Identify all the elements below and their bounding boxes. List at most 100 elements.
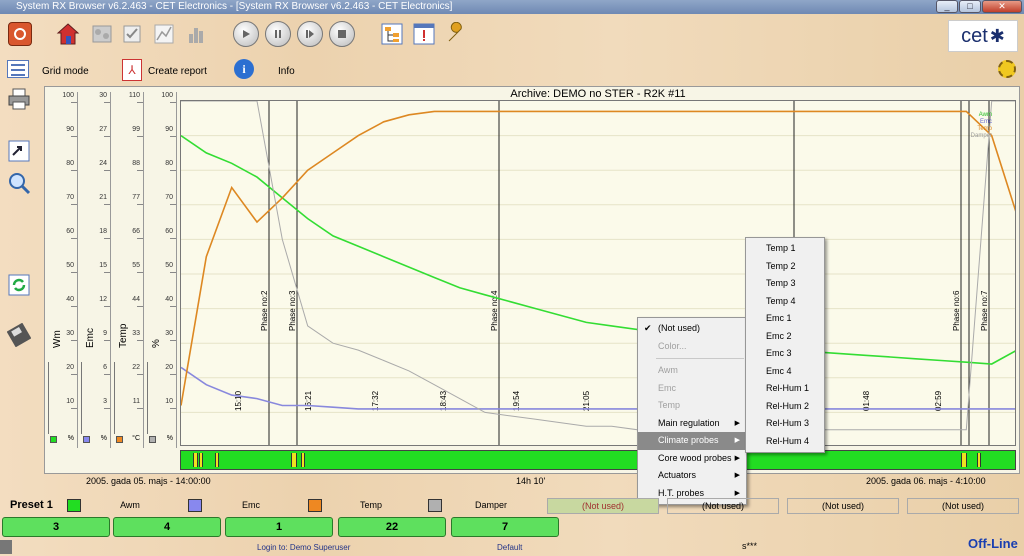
- context-menu-item: Color...: [638, 338, 746, 356]
- time-tick-label: 19:54: [512, 390, 521, 411]
- axis-2: 30 27 24 21 18 15 12 9 6 3 Emc%: [79, 92, 111, 448]
- submenu-item[interactable]: Emc 3: [746, 345, 824, 363]
- axis-tick: 33: [132, 330, 140, 337]
- submenu-item[interactable]: Temp 4: [746, 293, 824, 311]
- minimize-button[interactable]: _: [936, 0, 958, 13]
- power-icon: [8, 22, 32, 46]
- phase-label: Phase no:7: [980, 290, 989, 331]
- context-menu-item[interactable]: Main regulation ▶: [638, 415, 746, 433]
- refresh-button[interactable]: [6, 272, 32, 298]
- submenu-item[interactable]: Emc 4: [746, 363, 824, 381]
- info-button[interactable]: Info: [278, 66, 295, 77]
- home-button[interactable]: [54, 20, 82, 48]
- sun-gear-icon[interactable]: [998, 60, 1016, 78]
- maximize-button[interactable]: □: [959, 0, 981, 13]
- axis-tick: 100: [62, 92, 74, 99]
- play-button[interactable]: [232, 20, 260, 48]
- phase-marker: [291, 453, 297, 467]
- legend-slot-not-used[interactable]: (Not used): [907, 498, 1019, 514]
- submenu-item[interactable]: Temp 2: [746, 258, 824, 276]
- axis-tick: 20: [165, 364, 173, 371]
- save-button[interactable]: [6, 322, 32, 348]
- axis-name: %: [151, 339, 162, 348]
- legend-label: Temp: [359, 500, 382, 510]
- phase-label: Phase no:2: [260, 290, 269, 331]
- axis-name: Wm: [52, 330, 63, 348]
- axis-3: 110 99 88 77 66 55 44 33 22 11 Temp °C: [112, 92, 144, 448]
- axis-tick: 110: [128, 92, 140, 99]
- start-date-label: 2005. gada 05. majs - 14:00:00: [86, 476, 211, 486]
- structure-button[interactable]: [378, 20, 406, 48]
- power-button[interactable]: [6, 20, 34, 48]
- preset-value-button[interactable]: 1: [225, 517, 333, 537]
- stop-button[interactable]: [328, 20, 356, 48]
- context-menu-item[interactable]: Climate probes ▶: [638, 432, 746, 450]
- kilns-button[interactable]: [88, 20, 116, 48]
- series-line-damper: [181, 101, 1015, 431]
- step-button[interactable]: [296, 20, 324, 48]
- submenu-item[interactable]: Temp 1: [746, 240, 824, 258]
- axis-tick: 50: [66, 262, 74, 269]
- climate-probes-submenu[interactable]: Temp 1 Temp 2 Temp 3 Temp 4 Emc 1 Emc 2 Emc 3E…: [745, 237, 825, 453]
- legend-slot-not-used[interactable]: (Not used): [787, 498, 899, 514]
- axis-tick: 10: [165, 398, 173, 405]
- context-menu-item[interactable]: Actuators ▶: [638, 467, 746, 485]
- login-status: Login to: Demo Superuser: [257, 543, 351, 552]
- axis-unit: °C: [132, 435, 140, 442]
- submenu-item[interactable]: Rel-Hum 3: [746, 415, 824, 433]
- step-icon: [297, 21, 323, 47]
- checklist-button[interactable]: [118, 20, 146, 48]
- preset-value-button[interactable]: 7: [451, 517, 559, 537]
- context-menu-item[interactable]: ✔ (Not used): [638, 320, 746, 338]
- submenu-item[interactable]: Rel-Hum 1: [746, 380, 824, 398]
- legend-label: Awm: [120, 500, 140, 510]
- submenu-item[interactable]: Rel-Hum 4: [746, 433, 824, 451]
- plot-area[interactable]: 15:10 16:21 17:32 18:43 19:54 21:05 01:48 02:59…: [180, 100, 1016, 446]
- submenu-item[interactable]: Emc 2: [746, 328, 824, 346]
- preset-value-button[interactable]: 22: [338, 517, 446, 537]
- legend-slot-not-used[interactable]: (Not used): [547, 498, 659, 514]
- create-report-button[interactable]: Create report: [148, 66, 207, 77]
- context-menu-item[interactable]: Core wood probes ▶: [638, 450, 746, 468]
- pdf-icon[interactable]: ⅄: [122, 59, 142, 81]
- grid-mode-button[interactable]: Grid mode: [42, 66, 89, 77]
- axis-tick: 80: [66, 160, 74, 167]
- submenu-item[interactable]: Rel-Hum 2: [746, 398, 824, 416]
- axis-unit: %: [67, 435, 74, 442]
- axis-tick: 30: [99, 92, 107, 99]
- chart-title: Archive: DEMO no STER - R2K #11: [510, 88, 686, 100]
- time-tick-label: 15:10: [234, 390, 243, 411]
- preset-value-button[interactable]: 3: [2, 517, 110, 537]
- submenu-item[interactable]: Temp 3: [746, 275, 824, 293]
- axis-tick: 40: [165, 296, 173, 303]
- pause-button[interactable]: [264, 20, 292, 48]
- context-menu[interactable]: ✔ (Not used) Color... Awm Emc Temp Main regula…: [637, 317, 747, 505]
- legend-label: Emc: [242, 500, 260, 510]
- axis-tick: 44: [132, 296, 140, 303]
- tree-structure-icon: [381, 23, 403, 45]
- legend-slot-not-used[interactable]: (Not used): [667, 498, 779, 514]
- zoom-button[interactable]: [6, 170, 32, 196]
- export-button[interactable]: [6, 138, 32, 164]
- preset-value-button[interactable]: 4: [113, 517, 221, 537]
- context-menu-item: Awm: [638, 362, 746, 380]
- settings-button[interactable]: [442, 20, 470, 48]
- axis-tick: 10: [66, 398, 74, 405]
- axis-tick: 18: [99, 228, 107, 235]
- line-graph-icon: [154, 24, 174, 44]
- graph-button[interactable]: [150, 20, 178, 48]
- print-button[interactable]: [6, 86, 32, 112]
- axis-tick: 55: [132, 262, 140, 269]
- alarm-button[interactable]: [410, 20, 438, 48]
- axis-tick: 3: [103, 398, 107, 405]
- menu-item-label: Emc: [658, 382, 676, 393]
- bar-chart-button[interactable]: [182, 20, 210, 48]
- submenu-item[interactable]: Emc 1: [746, 310, 824, 328]
- axis-4: 100 90 80 70 60 50 40 30 20 10%%: [145, 92, 177, 448]
- close-button[interactable]: ✕: [982, 0, 1022, 13]
- grid-mode-icon[interactable]: [7, 60, 29, 78]
- submenu-arrow-icon: ▶: [734, 437, 740, 444]
- info-icon[interactable]: i: [234, 59, 254, 79]
- axis-tick: 30: [66, 330, 74, 337]
- axis-color-swatch: [50, 436, 57, 443]
